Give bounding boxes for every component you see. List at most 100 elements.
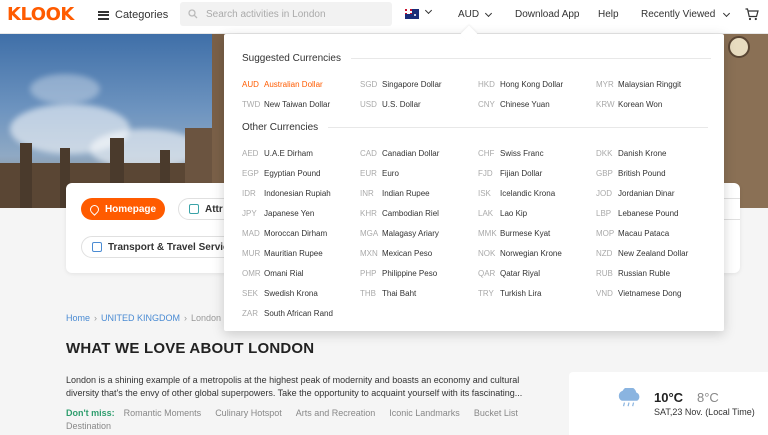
suggested-currencies-heading: Suggested Currencies — [242, 53, 711, 64]
temperature-high: 10°C — [654, 390, 684, 405]
currency-option-lak[interactable]: LAK Lao Kip — [478, 203, 596, 223]
currency-option-jod[interactable]: JOD Jordanian Dinar — [596, 183, 714, 203]
dont-miss-tag[interactable]: Arts and Recreation — [296, 408, 376, 418]
currency-option-chf[interactable]: CHF Swiss Franc — [478, 143, 596, 163]
currency-code: THB — [360, 288, 376, 298]
currency-option-nok[interactable]: NOK Norwegian Krone — [478, 243, 596, 263]
currency-option-php[interactable]: PHP Philippine Peso — [360, 263, 478, 283]
currency-option-inr[interactable]: INR Indian Rupee — [360, 183, 478, 203]
tab-homepage-label: Homepage — [104, 203, 157, 215]
dont-miss-tag[interactable]: Romantic Moments — [124, 408, 202, 418]
currency-name: British Pound — [618, 168, 666, 178]
currency-name: U.A.E Dirham — [264, 148, 313, 158]
weather-widget: 10°C 8°C SAT,23 Nov. (Local Time) — [569, 372, 768, 435]
currency-option-fjd[interactable]: FJD Fijian Dollar — [478, 163, 596, 183]
download-app-link[interactable]: Download App — [515, 9, 580, 20]
currency-option-try[interactable]: TRY Turkish Lira — [478, 283, 596, 303]
currency-name: Mexican Peso — [382, 248, 433, 258]
dont-miss-row: Don't miss: Romantic Moments Culinary Hots… — [66, 407, 536, 433]
currency-option-hkd[interactable]: HKD Hong Kong Dollar — [478, 74, 596, 94]
currency-option-lbp[interactable]: LBP Lebanese Pound — [596, 203, 714, 223]
currency-option-myr[interactable]: MYR Malaysian Ringgit — [596, 74, 714, 94]
currency-name: Canadian Dollar — [382, 148, 440, 158]
currency-name: New Taiwan Dollar — [264, 99, 331, 109]
help-link[interactable]: Help — [598, 9, 619, 20]
cart-icon[interactable] — [745, 8, 759, 21]
currency-option-gbp[interactable]: GBP British Pound — [596, 163, 714, 183]
categories-label: Categories — [115, 9, 169, 21]
currency-option-mga[interactable]: MGA Malagasy Ariary — [360, 223, 478, 243]
currency-option-krw[interactable]: KRW Korean Won — [596, 94, 714, 114]
currency-code: CNY — [478, 99, 495, 109]
currency-option-qar[interactable]: QAR Qatar Riyal — [478, 263, 596, 283]
currency-option-isk[interactable]: ISK Icelandic Krona — [478, 183, 596, 203]
weather-date: SAT,23 Nov. (Local Time) — [654, 407, 755, 417]
currency-code: HKD — [478, 79, 495, 89]
currency-option-usd[interactable]: USD U.S. Dollar — [360, 94, 478, 114]
recently-viewed-menu[interactable]: Recently Viewed — [641, 9, 731, 20]
currency-option-khr[interactable]: KHR Cambodian Riel — [360, 203, 478, 223]
currency-code: LBP — [596, 208, 612, 218]
search-icon — [188, 9, 198, 19]
breadcrumb-country[interactable]: UNITED KINGDOM — [101, 313, 180, 323]
currency-option-idr[interactable]: IDR Indonesian Rupiah — [242, 183, 360, 203]
currency-selector[interactable]: AUD — [458, 9, 493, 20]
search-input[interactable] — [206, 8, 386, 20]
currency-name: Norwegian Krone — [500, 248, 562, 258]
dont-miss-tag[interactable]: Iconic Landmarks — [389, 408, 460, 418]
currency-name: Swedish Krona — [264, 288, 318, 298]
breadcrumb-home[interactable]: Home — [66, 313, 90, 323]
breadcrumb-city: London — [191, 313, 222, 323]
currency-code: QAR — [478, 268, 496, 278]
currency-option-dkk[interactable]: DKK Danish Krone — [596, 143, 714, 163]
australia-flag-icon[interactable] — [405, 9, 419, 19]
suggested-currency-grid: AUD Australian Dollar SGD Singapore Dollar H… — [242, 74, 714, 114]
currency-option-cny[interactable]: CNY Chinese Yuan — [478, 94, 596, 114]
currency-option-mad[interactable]: MAD Moroccan Dirham — [242, 223, 360, 243]
currency-option-omr[interactable]: OMR Omani Rial — [242, 263, 360, 283]
tab-attractions-label: Attr — [205, 203, 223, 215]
chevron-down-icon[interactable] — [424, 6, 433, 15]
chevron-down-icon — [485, 9, 493, 17]
currency-option-aed[interactable]: AED U.A.E Dirham — [242, 143, 360, 163]
currency-code: CHF — [478, 148, 495, 158]
tab-homepage[interactable]: Homepage — [81, 198, 165, 220]
currency-option-twd[interactable]: TWD New Taiwan Dollar — [242, 94, 360, 114]
transport-icon — [92, 242, 102, 252]
currency-option-jpy[interactable]: JPY Japanese Yen — [242, 203, 360, 223]
currency-option-zar[interactable]: ZAR South African Rand — [242, 303, 360, 323]
currency-code: IDR — [242, 188, 256, 198]
currency-option-mxn[interactable]: MXN Mexican Peso — [360, 243, 478, 263]
currency-code: MOP — [596, 228, 615, 238]
currency-name: New Zealand Dollar — [618, 248, 689, 258]
currency-name: Japanese Yen — [264, 208, 315, 218]
currency-option-thb[interactable]: THB Thai Baht — [360, 283, 478, 303]
currency-option-mur[interactable]: MUR Mauritian Rupee — [242, 243, 360, 263]
currency-code: KRW — [596, 99, 615, 109]
currency-name: Philippine Peso — [382, 268, 438, 278]
currency-option-mop[interactable]: MOP Macau Pataca — [596, 223, 714, 243]
currency-option-nzd[interactable]: NZD New Zealand Dollar — [596, 243, 714, 263]
klook-logo[interactable]: KLOOK — [7, 4, 74, 25]
currency-option-aud[interactable]: AUD Australian Dollar — [242, 74, 360, 94]
currency-code: TWD — [242, 99, 261, 109]
currency-name: Lao Kip — [500, 208, 528, 218]
currency-option-mmk[interactable]: MMK Burmese Kyat — [478, 223, 596, 243]
breadcrumb-separator: › — [184, 313, 188, 323]
currency-name: Vietnamese Dong — [618, 288, 682, 298]
currency-option-rub[interactable]: RUB Russian Ruble — [596, 263, 714, 283]
currency-option-vnd[interactable]: VND Vietnamese Dong — [596, 283, 714, 303]
currency-option-sek[interactable]: SEK Swedish Krona — [242, 283, 360, 303]
currency-code: USD — [360, 99, 377, 109]
currency-option-eur[interactable]: EUR Euro — [360, 163, 478, 183]
categories-menu[interactable]: Categories — [98, 9, 168, 21]
currency-code: MGA — [360, 228, 379, 238]
currency-name: Cambodian Riel — [382, 208, 439, 218]
dont-miss-tag[interactable]: Culinary Hotspot — [215, 408, 282, 418]
currency-name: Omani Rial — [264, 268, 304, 278]
currency-option-egp[interactable]: EGP Egyptian Pound — [242, 163, 360, 183]
currency-name: Indian Rupee — [382, 188, 430, 198]
currency-option-cad[interactable]: CAD Canadian Dollar — [360, 143, 478, 163]
search-bar[interactable] — [180, 2, 392, 26]
currency-option-sgd[interactable]: SGD Singapore Dollar — [360, 74, 478, 94]
